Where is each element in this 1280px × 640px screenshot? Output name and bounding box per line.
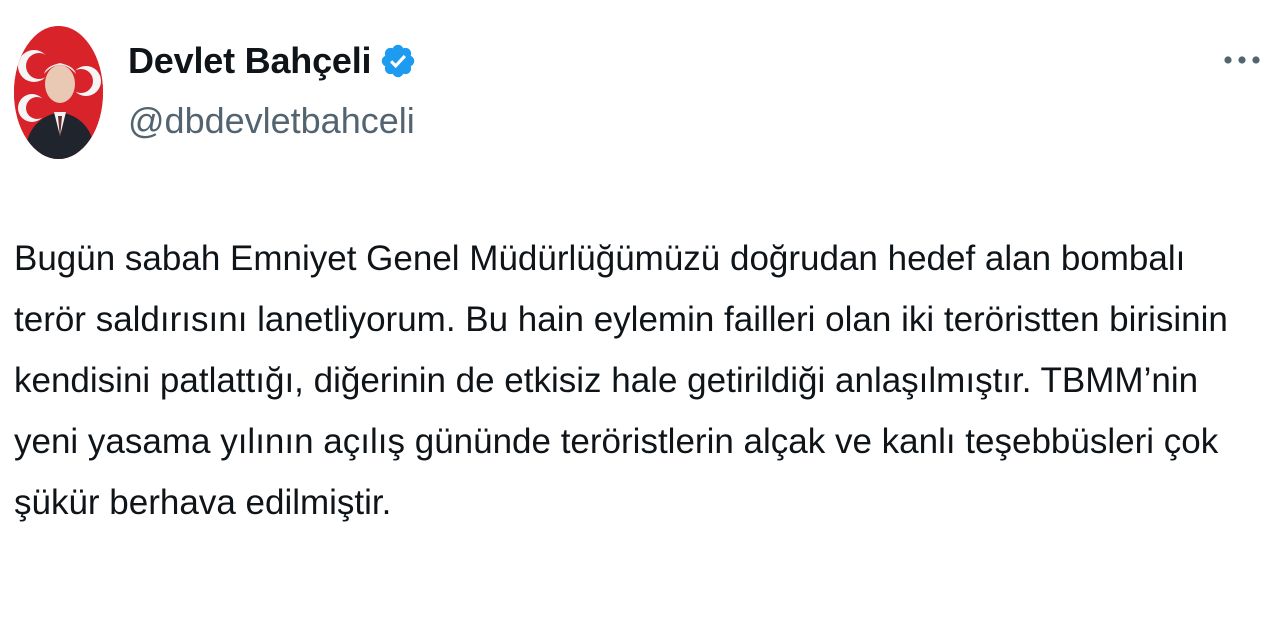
- profile-photo-icon: [14, 26, 103, 159]
- user-handle[interactable]: @dbdevletbahceli: [128, 100, 417, 142]
- tweet-card: Devlet Bahçeli @dbdevletbahceli Bugün sa…: [0, 0, 1280, 640]
- author-header: Devlet Bahçeli @dbdevletbahceli: [128, 36, 417, 142]
- more-options-icon: [1224, 56, 1260, 64]
- tweet-text: Bugün sabah Emniyet Genel Müdürlüğümüzü …: [14, 239, 1228, 522]
- avatar[interactable]: [14, 26, 103, 159]
- verified-badge-icon: [379, 42, 417, 80]
- name-row: Devlet Bahçeli: [128, 36, 417, 86]
- display-name[interactable]: Devlet Bahçeli: [128, 40, 372, 82]
- more-options-button[interactable]: [1220, 42, 1264, 78]
